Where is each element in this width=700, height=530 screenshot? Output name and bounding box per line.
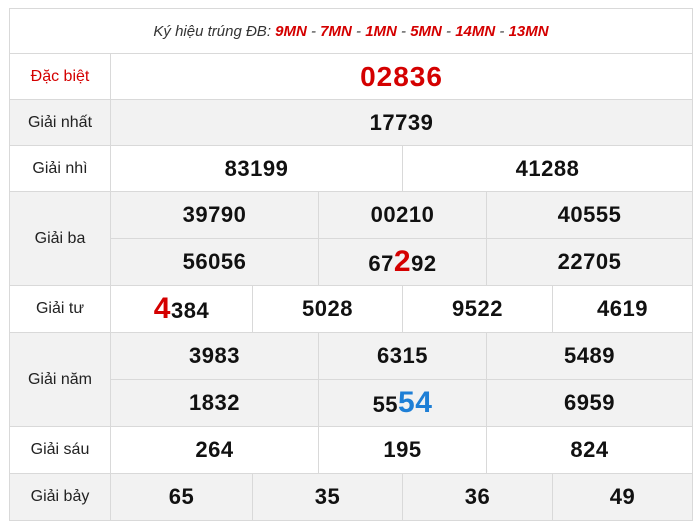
third-prize-number: 56056	[110, 238, 319, 286]
third-prize-number: 22705	[485, 238, 694, 286]
sixth-prize-number: 824	[485, 426, 694, 474]
second-prize-row: Giải nhì 83199 41288	[9, 145, 694, 192]
code-1: 9MN	[275, 22, 307, 40]
second-prize-label: Giải nhì	[9, 145, 111, 192]
third-prize-row: 56056 67292 22705	[10, 238, 694, 286]
fifth-prize-number: 5489	[485, 332, 694, 380]
third-prize-number: 67292	[318, 238, 487, 286]
fifth-prize-row: Giải năm 3983 6315 5489	[9, 332, 694, 427]
fourth-prize-row: Giải tư 4384 5028 9522 4619	[9, 285, 694, 333]
seventh-prize-number: 65	[110, 473, 253, 521]
third-prize-number: 00210	[318, 191, 487, 239]
code-3: 1MN	[365, 22, 397, 40]
code-5: 14MN	[455, 22, 496, 40]
special-codes-header: Ký hiệu trúng ĐB: 9MN - 7MN - 1MN - 5MN …	[8, 8, 694, 54]
fifth-prize-number: 3983	[110, 332, 319, 380]
second-prize-number: 83199	[110, 145, 403, 192]
header-row: Ký hiệu trúng ĐB: 9MN - 7MN - 1MN - 5MN …	[8, 8, 694, 54]
seventh-prize-number: 36	[402, 473, 553, 521]
code-2: 7MN	[320, 22, 352, 40]
sep-5: -	[495, 22, 509, 40]
fourth-prize-number: 4619	[551, 285, 694, 333]
seventh-prize-number: 35	[252, 473, 403, 521]
results-table-wrapper: Ký hiệu trúng ĐB: 9MN - 7MN - 1MN - 5MN …	[0, 0, 700, 530]
sixth-prize-row: Giải sáu 264 195 824	[9, 426, 694, 474]
third-prize-label: Giải ba	[9, 191, 111, 286]
third-prize-row: Giải ba 39790 00210 40555	[9, 191, 694, 286]
lottery-results-table: Ký hiệu trúng ĐB: 9MN - 7MN - 1MN - 5MN …	[8, 8, 694, 521]
fourth-prize-number: 9522	[402, 285, 553, 333]
fifth-prize-number: 6315	[318, 332, 487, 380]
fifth-prize-number: 1832	[110, 379, 319, 427]
first-prize-number: 17739	[109, 99, 694, 146]
first-prize-row: Giải nhất 17739	[9, 99, 694, 146]
special-prize-label: Đặc biệt	[9, 53, 111, 100]
fifth-prize-number: 5554	[318, 379, 487, 427]
special-prize-number: 02836	[109, 53, 694, 100]
fifth-prize-number: 6959	[485, 379, 694, 427]
sep-1: -	[306, 22, 321, 40]
seventh-prize-row: Giải bảy 65 35 36 49	[9, 473, 694, 521]
seventh-prize-number: 49	[551, 473, 694, 521]
sixth-prize-label: Giải sáu	[9, 426, 111, 474]
sixth-prize-number: 195	[318, 426, 487, 474]
fifth-prize-row: 1832 5554 6959	[10, 379, 694, 427]
sep-3: -	[396, 22, 411, 40]
number-part: 384	[170, 298, 210, 323]
highlighted-digit: 2	[393, 245, 412, 278]
special-prize-row: Đặc biệt 02836	[9, 53, 694, 100]
fourth-prize-label: Giải tư	[9, 285, 111, 333]
seventh-prize-label: Giải bảy	[9, 473, 111, 521]
highlighted-digits: 54	[398, 386, 433, 419]
code-6: 13MN	[508, 22, 549, 40]
number-part: 92	[411, 251, 437, 276]
third-prize-number: 40555	[485, 191, 694, 239]
sep-4: -	[441, 22, 456, 40]
highlighted-digit: 4	[153, 292, 171, 325]
fifth-prize-label: Giải năm	[9, 332, 111, 427]
third-prize-number: 39790	[110, 191, 319, 239]
header-prefix: Ký hiệu trúng ĐB:	[153, 22, 276, 40]
sixth-prize-number: 264	[110, 426, 319, 474]
code-4: 5MN	[410, 22, 442, 40]
number-part: 67	[368, 251, 394, 276]
fourth-prize-number: 5028	[252, 285, 403, 333]
first-prize-label: Giải nhất	[9, 99, 111, 146]
fourth-prize-number: 4384	[110, 285, 253, 333]
sep-2: -	[351, 22, 366, 40]
second-prize-number: 41288	[401, 145, 694, 192]
number-part: 55	[372, 392, 399, 417]
